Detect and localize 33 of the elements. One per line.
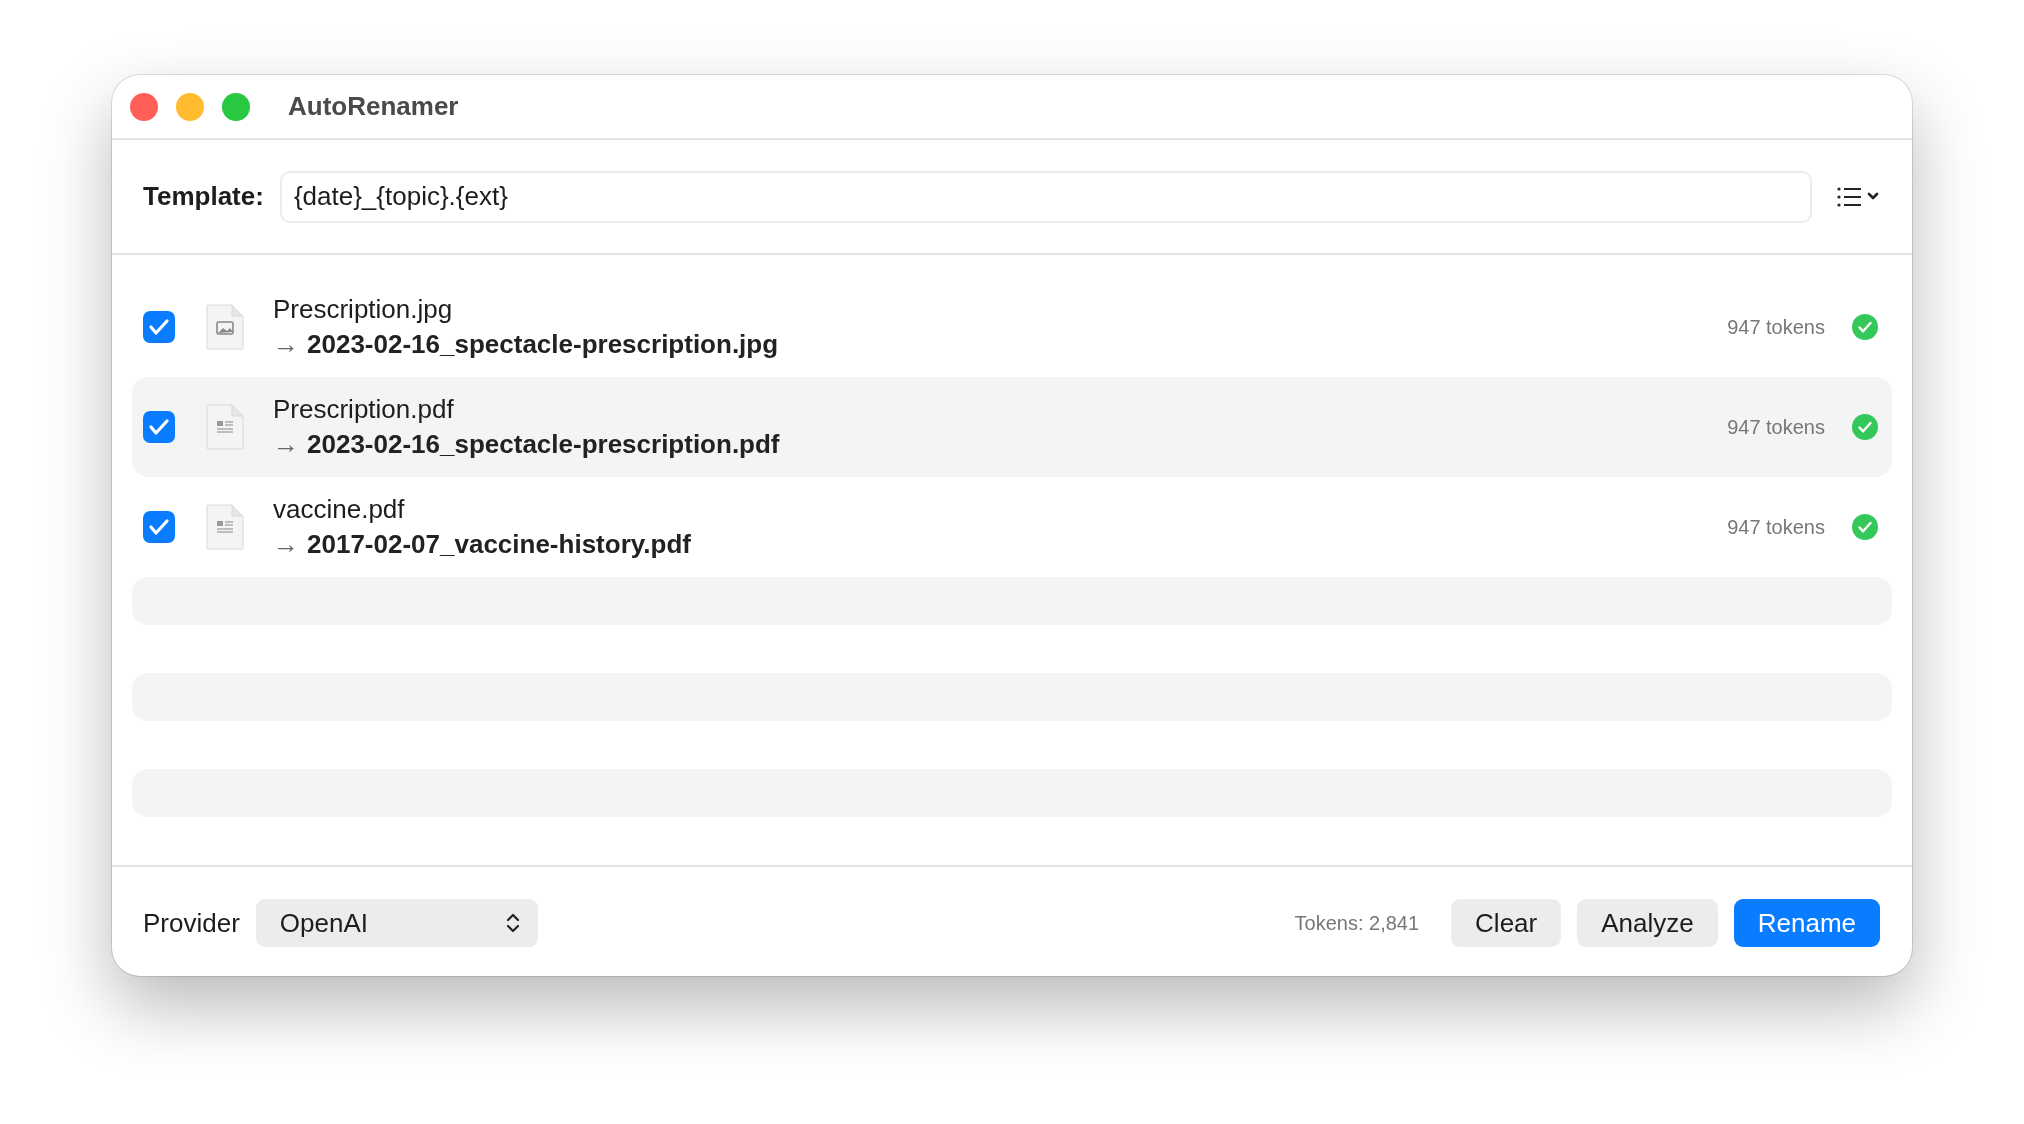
file-name: vaccine.pdf bbox=[273, 494, 406, 525]
file-name: Prescription.jpg bbox=[273, 294, 454, 325]
token-count: 947 tokens bbox=[1727, 515, 1825, 539]
document-file-icon bbox=[206, 504, 244, 550]
new-file-name: 2017-02-07_vaccine-history.pdf bbox=[307, 529, 691, 560]
new-file-name: 2023-02-16_spectacle-prescription.jpg bbox=[307, 329, 779, 360]
file-name: Prescription.pdf bbox=[273, 394, 455, 425]
template-label: Template: bbox=[143, 181, 264, 212]
provider-label: Provider bbox=[143, 907, 240, 939]
arrow-icon: → bbox=[273, 529, 299, 560]
action-button[interactable]: Analyze bbox=[1577, 899, 1718, 947]
checkmark-icon bbox=[148, 418, 170, 436]
arrow-icon: → bbox=[273, 429, 299, 460]
new-file-name: 2023-02-16_spectacle-prescription.pdf bbox=[307, 429, 780, 460]
token-count: 947 tokens bbox=[1727, 315, 1825, 339]
checkbox[interactable] bbox=[143, 411, 175, 443]
checkmark-icon bbox=[148, 518, 170, 536]
chevron-updown-icon bbox=[505, 912, 520, 934]
total-tokens: Tokens: 2,841 bbox=[1294, 911, 1420, 935]
arrow-icon: → bbox=[273, 329, 299, 360]
template-field[interactable]: {date}_{topic}.{ext} bbox=[279, 170, 1812, 223]
window-title: AutoRenamer bbox=[288, 91, 459, 122]
action-button[interactable]: Clear bbox=[1451, 899, 1562, 947]
checkbox[interactable] bbox=[143, 511, 175, 543]
checkbox[interactable] bbox=[143, 311, 175, 343]
image-file-icon bbox=[206, 304, 244, 350]
provider-select[interactable]: OpenAI bbox=[255, 899, 538, 947]
token-count: 947 tokens bbox=[1727, 415, 1825, 439]
rename-button[interactable]: Rename bbox=[1733, 899, 1880, 947]
checkmark-icon bbox=[148, 318, 170, 336]
zoom-button[interactable] bbox=[222, 92, 250, 121]
document-file-icon bbox=[206, 404, 244, 450]
close-button[interactable] bbox=[130, 92, 158, 121]
